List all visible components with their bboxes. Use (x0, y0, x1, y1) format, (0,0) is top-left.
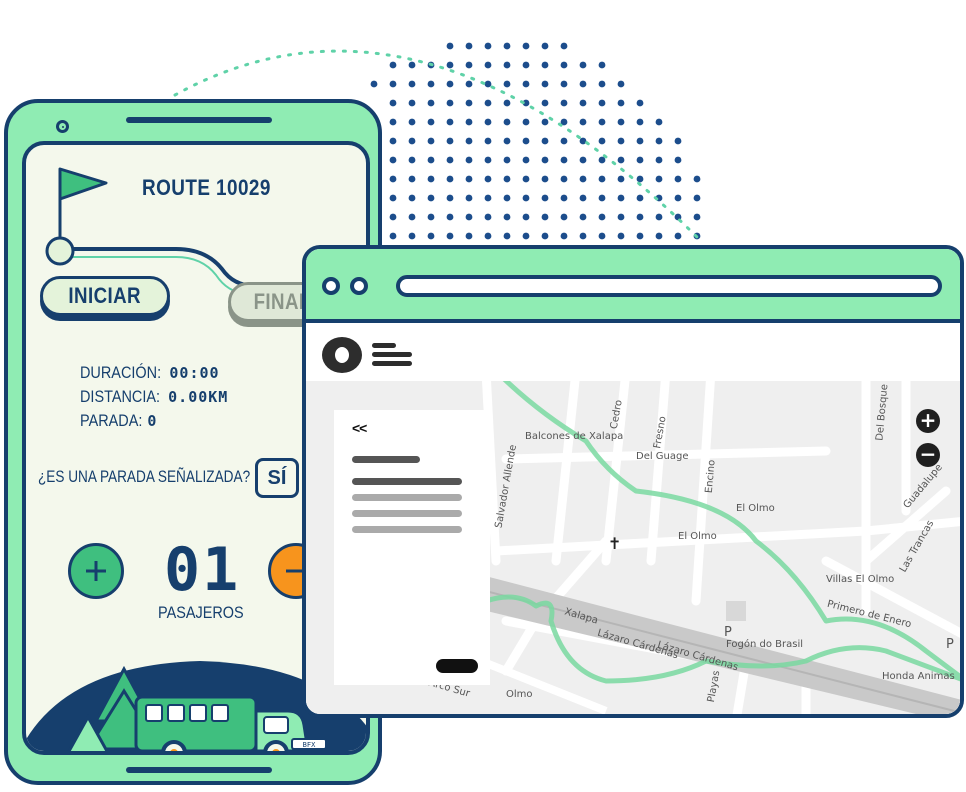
map-label: El Olmo (678, 531, 717, 542)
zoom-out-button[interactable]: − (916, 443, 940, 467)
add-passenger-button[interactable] (68, 543, 124, 599)
flag-icon (58, 167, 108, 201)
map-side-panel: << (334, 410, 490, 685)
signalized-stop-question: ¿ES UNA PARADA SEÑALIZADA? (38, 467, 251, 486)
passenger-label: PASAJEROS (158, 603, 244, 622)
trip-stats: DURACIÓN: 00:00 DISTANCIA: 0.00KM PARADA… (80, 361, 228, 433)
browser-titlebar (306, 249, 960, 323)
panel-placeholder-line (352, 478, 462, 485)
stat-value: 00:00 (169, 364, 220, 382)
license-plate: BFX (303, 741, 316, 749)
window-dot-icon[interactable] (350, 277, 368, 295)
map-label: Balcones de Xalapa (525, 431, 624, 442)
menu-icon[interactable] (372, 343, 414, 367)
stat-label: DURACIÓN: (80, 363, 162, 382)
phone-speaker (126, 117, 272, 123)
collapse-panel-button[interactable]: << (352, 420, 367, 436)
home-button[interactable] (126, 767, 272, 773)
map-label: Villas El Olmo (826, 574, 895, 585)
stat-value: 0 (147, 412, 158, 430)
panel-action-button[interactable] (436, 659, 478, 673)
route-start-node (45, 236, 75, 266)
map-label: Fogón do Brasil (726, 639, 804, 650)
camera-icon (56, 120, 69, 133)
yes-button[interactable]: SÍ (255, 458, 299, 498)
stat-distance: DISTANCIA: 0.00KM (80, 385, 228, 409)
window-dot-icon[interactable] (322, 277, 340, 295)
stat-duration: DURACIÓN: 00:00 (80, 361, 228, 385)
plus-icon (86, 561, 106, 581)
parking-icon: P (946, 637, 954, 652)
panel-placeholder-line (352, 494, 462, 501)
start-button-label: INICIAR (68, 283, 142, 308)
browser-window: ✝ Balcones de Xalapa Del Guage El Olmo E… (302, 245, 964, 718)
start-button[interactable]: INICIAR (40, 276, 170, 316)
stat-label: PARADA: (80, 411, 143, 430)
address-bar[interactable] (396, 275, 942, 297)
stat-stop: PARADA: 0 (80, 409, 228, 433)
map-label: Olmo (506, 689, 533, 700)
map-label: El Olmo (736, 503, 775, 514)
svg-text:✝: ✝ (608, 534, 621, 553)
app-logo-icon (322, 337, 362, 373)
stat-label: DISTANCIA: (80, 387, 161, 406)
panel-placeholder-line (352, 456, 420, 463)
map-label: Honda Animas (882, 671, 955, 682)
parking-icon: P (724, 625, 732, 640)
stat-value: 0.00KM (168, 388, 229, 406)
panel-placeholder-line (352, 510, 462, 517)
zoom-in-button[interactable]: + (916, 409, 940, 433)
map-label: Del Guage (636, 451, 689, 462)
passenger-counter: 01 (164, 535, 241, 605)
panel-placeholder-line (352, 526, 462, 533)
route-title: ROUTE 10029 (142, 175, 271, 200)
